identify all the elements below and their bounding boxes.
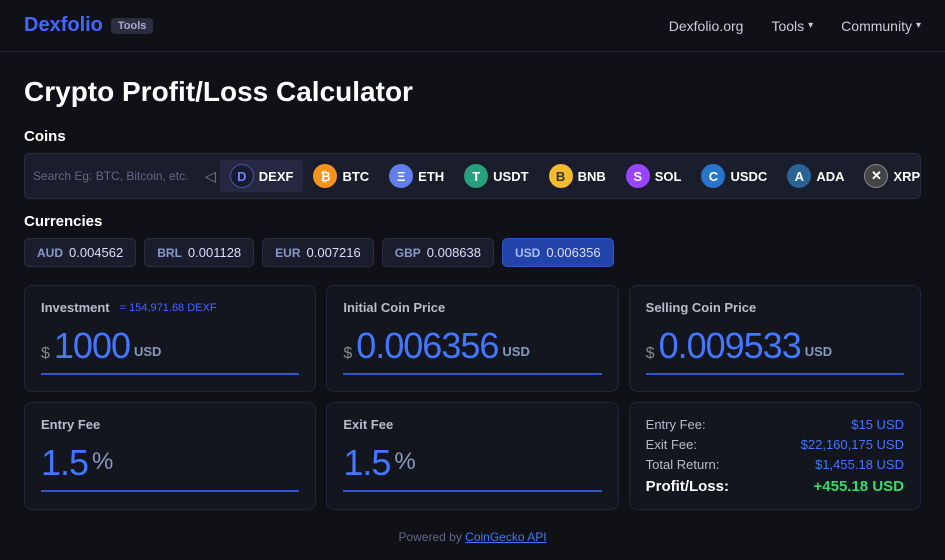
currencies-label: Currencies: [24, 213, 921, 230]
coin-item-usdc[interactable]: C USDC: [691, 160, 777, 192]
results-total-return-label: Total Return:: [646, 457, 720, 472]
results-exit-fee-value: $22,160,175 USD: [801, 437, 904, 452]
coin-label-ada: ADA: [816, 169, 844, 184]
entry-fee-label: Entry Fee: [41, 417, 299, 432]
currency-aud[interactable]: AUD 0.004562: [24, 238, 136, 267]
selling-price-dollar-sign: $: [646, 345, 655, 363]
calc-bottom-row: Entry Fee 1.5 % Exit Fee 1.5 % Entry Fee…: [24, 402, 921, 510]
results-total-return-row: Total Return: $1,455.18 USD: [646, 457, 904, 472]
bnb-icon: B: [549, 164, 573, 188]
nav-logo-area: Dexfolio Tools: [24, 14, 153, 37]
investment-card: Investment = 154,971.68 DEXF $ 1000 USD: [24, 285, 316, 392]
selling-price-card: Selling Coin Price $ 0.009533 USD: [629, 285, 921, 392]
results-entry-fee-row: Entry Fee: $15 USD: [646, 417, 904, 432]
coin-label-dexf: DEXF: [259, 169, 294, 184]
coin-item-btc[interactable]: ₿ BTC: [303, 160, 379, 192]
main-content: Crypto Profit/Loss Calculator Coins Sear…: [0, 52, 945, 560]
results-exit-fee-row: Exit Fee: $22,160,175 USD: [646, 437, 904, 452]
results-profit-label: Profit/Loss:: [646, 478, 729, 495]
footer: Powered by CoinGecko API: [24, 522, 921, 548]
exit-fee-percent: %: [394, 448, 415, 476]
coin-label-xrp: XRP: [893, 169, 920, 184]
entry-fee-card: Entry Fee 1.5 %: [24, 402, 316, 510]
chevron-down-icon: ▾: [808, 20, 813, 31]
initial-price-label: Initial Coin Price: [343, 300, 601, 315]
coin-label-btc: BTC: [342, 169, 369, 184]
coin-label-sol: SOL: [655, 169, 682, 184]
nav-links: Dexfolio.org Tools ▾ Community ▾: [669, 18, 921, 34]
selling-price-currency: USD: [805, 344, 832, 359]
initial-price-dollar-sign: $: [343, 345, 352, 363]
investment-equiv: = 154,971.68 DEXF: [120, 302, 217, 314]
selling-price-input-row[interactable]: $ 0.009533 USD: [646, 325, 904, 375]
selling-price-value[interactable]: 0.009533: [659, 325, 801, 367]
coin-label-usdt: USDT: [493, 169, 528, 184]
investment-value[interactable]: 1000: [54, 325, 130, 367]
coin-search-wrapper[interactable]: Search Eg: BTC, Bitcoin, etc.: [33, 169, 193, 183]
investment-label: Investment = 154,971.68 DEXF: [41, 300, 299, 315]
results-profit-value: +455.18 USD: [814, 478, 904, 495]
usdt-icon: T: [464, 164, 488, 188]
results-entry-fee-label: Entry Fee:: [646, 417, 706, 432]
coin-item-xrp[interactable]: ✕ XRP: [854, 160, 921, 192]
results-profit-row: Profit/Loss: +455.18 USD: [646, 478, 904, 495]
nav-tools-link[interactable]: Tools ▾: [771, 18, 813, 34]
initial-price-input-row[interactable]: $ 0.006356 USD: [343, 325, 601, 375]
coins-row: Search Eg: BTC, Bitcoin, etc. ◁ D DEXF ₿…: [24, 153, 921, 199]
coin-label-eth: ETH: [418, 169, 444, 184]
currency-brl[interactable]: BRL 0.001128: [144, 238, 254, 267]
ada-icon: A: [787, 164, 811, 188]
xrp-icon: ✕: [864, 164, 888, 188]
entry-fee-percent: %: [92, 448, 113, 476]
coin-item-dexf[interactable]: D DEXF: [220, 160, 304, 192]
coin-item-eth[interactable]: Ξ ETH: [379, 160, 454, 192]
exit-fee-value[interactable]: 1.5: [343, 442, 390, 484]
exit-fee-input-row[interactable]: 1.5 %: [343, 442, 601, 492]
initial-price-currency: USD: [502, 344, 529, 359]
currency-gbp[interactable]: GBP 0.008638: [382, 238, 494, 267]
coin-label-usdc: USDC: [730, 169, 767, 184]
currency-eur[interactable]: EUR 0.007216: [262, 238, 374, 267]
exit-fee-card: Exit Fee 1.5 %: [326, 402, 618, 510]
exit-fee-label: Exit Fee: [343, 417, 601, 432]
coin-item-bnb[interactable]: B BNB: [539, 160, 616, 192]
results-card: Entry Fee: $15 USD Exit Fee: $22,160,175…: [629, 402, 921, 510]
entry-fee-input-row[interactable]: 1.5 %: [41, 442, 299, 492]
results-entry-fee-value: $15 USD: [851, 417, 904, 432]
coin-item-usdt[interactable]: T USDT: [454, 160, 538, 192]
coingecko-link[interactable]: CoinGecko API: [465, 530, 546, 544]
eth-icon: Ξ: [389, 164, 413, 188]
coin-item-sol[interactable]: S SOL: [616, 160, 692, 192]
usdc-icon: C: [701, 164, 725, 188]
dexf-icon: D: [230, 164, 254, 188]
calc-top-row: Investment = 154,971.68 DEXF $ 1000 USD …: [24, 285, 921, 392]
navbar: Dexfolio Tools Dexfolio.org Tools ▾ Comm…: [0, 0, 945, 52]
entry-fee-value[interactable]: 1.5: [41, 442, 88, 484]
sol-icon: S: [626, 164, 650, 188]
investment-dollar-sign: $: [41, 345, 50, 363]
coin-search-placeholder: Search Eg: BTC, Bitcoin, etc.: [33, 169, 188, 183]
currencies-row: AUD 0.004562 BRL 0.001128 EUR 0.007216 G…: [24, 238, 921, 267]
tools-badge: Tools: [111, 18, 154, 34]
initial-price-value[interactable]: 0.006356: [356, 325, 498, 367]
nav-community-link[interactable]: Community ▾: [841, 18, 921, 34]
investment-currency: USD: [134, 344, 161, 359]
logo-text: Dexfolio: [24, 14, 103, 36]
coins-label: Coins: [24, 128, 921, 145]
investment-input-row[interactable]: $ 1000 USD: [41, 325, 299, 375]
results-total-return-value: $1,455.18 USD: [815, 457, 904, 472]
page-title: Crypto Profit/Loss Calculator: [24, 76, 921, 108]
results-exit-fee-label: Exit Fee:: [646, 437, 697, 452]
chevron-down-icon: ▾: [916, 20, 921, 31]
initial-price-card: Initial Coin Price $ 0.006356 USD: [326, 285, 618, 392]
logo: Dexfolio: [24, 14, 103, 37]
coins-left-arrow[interactable]: ◁: [201, 168, 220, 185]
coin-label-bnb: BNB: [578, 169, 606, 184]
btc-icon: ₿: [313, 164, 337, 188]
currency-usd[interactable]: USD 0.006356: [502, 238, 614, 267]
selling-price-label: Selling Coin Price: [646, 300, 904, 315]
coin-item-ada[interactable]: A ADA: [777, 160, 854, 192]
nav-dexfolio-link[interactable]: Dexfolio.org: [669, 18, 744, 34]
